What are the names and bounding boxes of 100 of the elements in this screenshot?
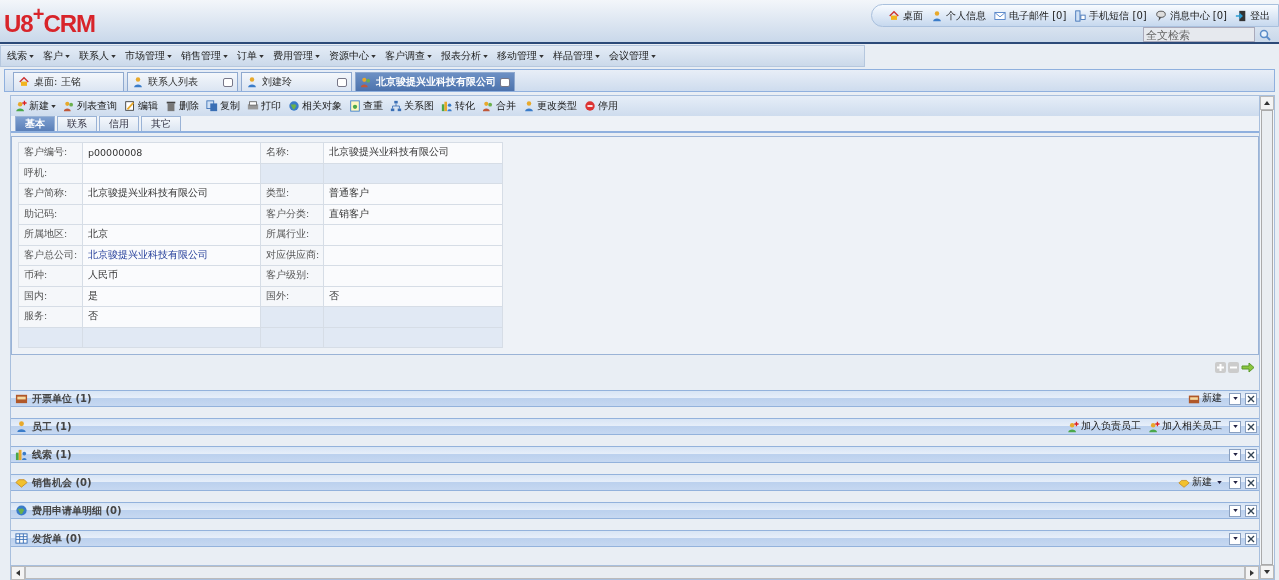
menu-item[interactable]: 订单 [237,49,264,63]
tab[interactable]: 桌面: 王铭 [13,72,124,91]
sub-tab[interactable]: 信用 [99,116,139,131]
top-link[interactable]: 手机短信 [0] [1074,8,1147,23]
section-title[interactable]: 销售机会 (0) [32,475,92,490]
top-link[interactable]: 个人信息 [930,8,986,23]
caret-icon [167,54,172,58]
section-title[interactable]: 发货单 (0) [32,531,82,546]
bar-chart-icon [15,448,28,461]
field-value: 北京 [83,225,261,246]
cash-register-icon [15,392,28,405]
menu-item[interactable]: 会议管理 [609,49,656,63]
sub-tab[interactable]: 其它 [141,116,181,131]
section-action[interactable]: 加入负责员工 [1067,420,1141,433]
menu-item[interactable]: 客户调查 [385,49,432,63]
logo: U8+CRM [3,2,97,39]
dropdown-button[interactable] [1229,504,1241,517]
pencil-icon [124,100,136,112]
section-title[interactable]: 费用申请单明细 (0) [32,503,122,518]
scroll-down-icon[interactable] [1264,570,1270,574]
caret-icon [371,54,376,58]
caret-icon [111,54,116,58]
field-label: 国外: [261,286,324,307]
exit-icon [1235,9,1247,22]
toolbar-button[interactable]: 复制 [206,99,240,113]
section-action[interactable]: 加入相关员工 [1148,420,1222,433]
dropdown-button[interactable] [1229,448,1241,461]
section-title[interactable]: 员工 (1) [32,419,72,434]
add-person-icon [1067,420,1079,433]
vertical-scrollbar[interactable] [1259,95,1275,580]
toolbar-button[interactable]: 删除 [165,99,199,113]
section-action[interactable]: 新建 [1177,476,1222,489]
toolbar-button[interactable]: 停用 [584,99,618,113]
dropdown-button[interactable] [1229,532,1241,545]
globe-icon [15,504,28,517]
field-label [261,163,324,184]
top-link[interactable]: 登出 [1235,8,1270,23]
field-label: 呼机: [19,163,83,184]
top-link[interactable]: 消息中心 [0] [1154,8,1227,23]
person-icon [132,76,144,88]
tab[interactable]: 联系人列表 [127,72,238,91]
toolbar-button[interactable]: 相关对象 [288,99,342,113]
scroll-up-icon[interactable] [1264,101,1270,105]
scroll-left-icon[interactable] [16,570,20,576]
people-icon [63,100,75,112]
field-label: 客户简称: [19,184,83,205]
section-title[interactable]: 线索 (1) [32,447,72,462]
menu-item[interactable]: 客户 [43,49,70,63]
toolbar-button[interactable]: 编辑 [124,99,158,113]
field-link[interactable]: 北京骏提兴业科技有限公司 [83,245,261,266]
top-link[interactable]: 电子邮件 [0] [993,8,1067,23]
mail-icon [993,9,1006,22]
field-label: 币种: [19,266,83,287]
caret-icon [1232,453,1238,456]
add-person-icon [15,100,27,112]
search-icon[interactable] [1259,28,1271,41]
caret-icon [29,54,34,58]
menu-item[interactable]: 线索 [7,49,34,63]
toolbar-button[interactable]: 更改类型 [523,99,577,113]
menu-item[interactable]: 费用管理 [273,49,320,63]
dropdown-button[interactable] [1229,420,1241,433]
toolbar-button[interactable]: 列表查询 [63,99,117,113]
toolbar-button[interactable]: 查重 [349,99,383,113]
menu-item[interactable]: 报表分析 [441,49,488,63]
menu-item[interactable]: 市场管理 [125,49,172,63]
people-icon [360,76,372,88]
caret-icon [539,54,544,58]
toolbar-button[interactable]: 转化 [441,99,475,113]
horizontal-scrollbar[interactable] [11,565,1259,579]
field-label: 助记码: [19,204,83,225]
tab[interactable]: 北京骏提兴业科技有限公司 [355,72,515,91]
menu-item[interactable]: 联系人 [79,49,116,63]
caret-icon [259,54,264,58]
tab[interactable]: 刘建玲 [241,72,352,91]
toolbar-button[interactable]: 新建 [15,99,56,113]
dropdown-button[interactable] [1229,392,1241,405]
field-label: 所属行业: [261,225,324,246]
menu-item[interactable]: 销售管理 [181,49,228,63]
scroll-right-icon[interactable] [1250,570,1254,576]
toolbar-button[interactable]: 关系图 [390,99,434,113]
home-icon [887,9,900,22]
field-label: 服务: [19,307,83,328]
search-field[interactable]: 全文检索 [1143,27,1255,42]
top-link[interactable]: 桌面 [887,8,923,23]
menu-item[interactable]: 移动管理 [497,49,544,63]
section-action[interactable]: 新建 [1188,392,1222,405]
hierarchy-icon [390,100,402,112]
field-label: 类型: [261,184,324,205]
section-title[interactable]: 开票单位 (1) [32,391,92,406]
field-value: 直销客户 [324,204,503,225]
dropdown-button[interactable] [1229,476,1241,489]
caret-icon [1232,425,1238,428]
toolbar-button[interactable]: 打印 [247,99,281,113]
stop-icon [584,100,596,112]
sub-tab[interactable]: 联系 [57,116,97,131]
menu-item[interactable]: 样品管理 [553,49,600,63]
menu-item[interactable]: 资源中心 [329,49,376,63]
arrow-right-icon[interactable] [1241,361,1255,373]
toolbar-button[interactable]: 合并 [482,99,516,113]
caret-icon [651,54,656,58]
